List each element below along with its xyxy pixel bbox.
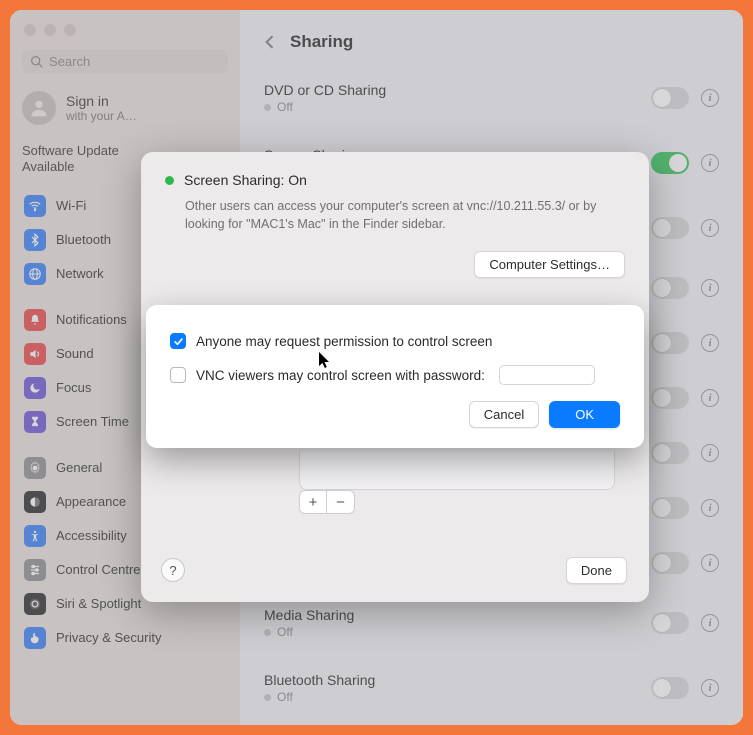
speaker-icon <box>24 343 46 365</box>
status-dot-icon <box>264 104 271 111</box>
remove-button[interactable]: − <box>327 490 355 514</box>
service-toggle[interactable] <box>651 442 689 464</box>
sidebar-item-label: General <box>56 460 102 475</box>
status-dot-icon <box>264 694 271 701</box>
bluetooth-icon <box>24 229 46 251</box>
computer-settings-button[interactable]: Computer Settings… <box>474 251 625 278</box>
service-toggle[interactable] <box>651 217 689 239</box>
hourglass-icon <box>24 411 46 433</box>
option-vnc-password[interactable]: VNC viewers may control screen with pass… <box>170 365 620 385</box>
service-row: Bluetooth Sharing Off i <box>258 656 725 721</box>
page-title: Sharing <box>290 32 353 52</box>
account-row[interactable]: Sign in with your A… <box>18 89 232 143</box>
help-button[interactable]: ? <box>161 558 185 582</box>
add-button[interactable]: + <box>299 490 327 514</box>
cancel-button[interactable]: Cancel <box>469 401 539 428</box>
access-icon <box>24 525 46 547</box>
service-title: Bluetooth Sharing <box>264 672 375 688</box>
info-icon[interactable]: i <box>701 89 719 107</box>
close-icon[interactable] <box>24 24 36 36</box>
sidebar-item-label: Sound <box>56 346 94 361</box>
info-icon[interactable]: i <box>701 444 719 462</box>
status-dot-icon <box>165 176 174 185</box>
moon-icon <box>24 377 46 399</box>
back-button[interactable] <box>260 32 280 52</box>
sidebar-item-label: Control Centre <box>56 562 141 577</box>
status-dot-icon <box>264 629 271 636</box>
computer-settings-dialog: Anyone may request permission to control… <box>146 305 644 448</box>
service-row: DVD or CD Sharing Off i <box>258 66 725 131</box>
info-icon[interactable]: i <box>701 154 719 172</box>
checkbox-unchecked-icon[interactable] <box>170 367 186 383</box>
info-icon[interactable]: i <box>701 219 719 237</box>
sheet-title: Screen Sharing: On <box>184 172 307 188</box>
service-status: Off <box>277 625 293 639</box>
settings-window: Search Sign in with your A… Software Upd… <box>10 10 743 725</box>
service-status: Off <box>277 100 293 114</box>
ok-button[interactable]: OK <box>549 401 620 428</box>
account-sub: with your A… <box>66 109 137 123</box>
search-icon <box>30 55 43 68</box>
info-icon[interactable]: i <box>701 279 719 297</box>
service-toggle[interactable] <box>651 552 689 574</box>
sidebar-item-label: Network <box>56 266 104 281</box>
appearance-icon <box>24 491 46 513</box>
info-icon[interactable]: i <box>701 554 719 572</box>
search-placeholder: Search <box>49 54 90 69</box>
sidebar-item-label: Bluetooth <box>56 232 111 247</box>
info-icon[interactable]: i <box>701 334 719 352</box>
add-remove-toolbar: + − <box>299 490 355 514</box>
service-toggle[interactable] <box>651 152 689 174</box>
vnc-password-field[interactable] <box>499 365 595 385</box>
sidebar-item-label: Accessibility <box>56 528 127 543</box>
sliders-icon <box>24 559 46 581</box>
info-icon[interactable]: i <box>701 389 719 407</box>
service-toggle[interactable] <box>651 332 689 354</box>
sheet-description: Other users can access your computer's s… <box>185 198 625 233</box>
info-icon[interactable]: i <box>701 679 719 697</box>
service-toggle[interactable] <box>651 497 689 519</box>
globe-icon <box>24 263 46 285</box>
option-anyone-request[interactable]: Anyone may request permission to control… <box>170 333 620 349</box>
sidebar-item-label: Privacy & Security <box>56 630 161 645</box>
service-toggle[interactable] <box>651 677 689 699</box>
gear-icon <box>24 457 46 479</box>
service-toggle[interactable] <box>651 277 689 299</box>
sheet-header: Screen Sharing: On <box>165 172 625 188</box>
service-toggle[interactable] <box>651 612 689 634</box>
sidebar-item-label: Focus <box>56 380 91 395</box>
minimize-icon[interactable] <box>44 24 56 36</box>
option-vnc-label: VNC viewers may control screen with pass… <box>196 368 485 383</box>
option-anyone-label: Anyone may request permission to control… <box>196 334 492 349</box>
wifi-icon <box>24 195 46 217</box>
content-header: Sharing <box>240 10 743 66</box>
info-icon[interactable]: i <box>701 499 719 517</box>
sidebar-item-label: Wi-Fi <box>56 198 86 213</box>
account-title: Sign in <box>66 93 137 109</box>
users-list-box <box>299 452 615 490</box>
service-title: Media Sharing <box>264 607 354 623</box>
service-title: DVD or CD Sharing <box>264 82 386 98</box>
search-input[interactable]: Search <box>22 50 228 73</box>
info-icon[interactable]: i <box>701 614 719 632</box>
service-status: Off <box>277 690 293 704</box>
zoom-icon[interactable] <box>64 24 76 36</box>
sidebar-item-label: Screen Time <box>56 414 129 429</box>
sidebar-item-label: Appearance <box>56 494 126 509</box>
sidebar-item-privacy-security[interactable]: Privacy & Security <box>18 622 232 654</box>
sidebar-item-label: Siri & Spotlight <box>56 596 141 611</box>
avatar-icon <box>22 91 56 125</box>
hand-icon <box>24 627 46 649</box>
service-toggle[interactable] <box>651 387 689 409</box>
service-toggle[interactable] <box>651 87 689 109</box>
done-button[interactable]: Done <box>566 557 627 584</box>
checkbox-checked-icon[interactable] <box>170 333 186 349</box>
window-controls[interactable] <box>18 20 232 50</box>
siri-icon <box>24 593 46 615</box>
bell-icon <box>24 309 46 331</box>
sidebar-item-label: Notifications <box>56 312 127 327</box>
